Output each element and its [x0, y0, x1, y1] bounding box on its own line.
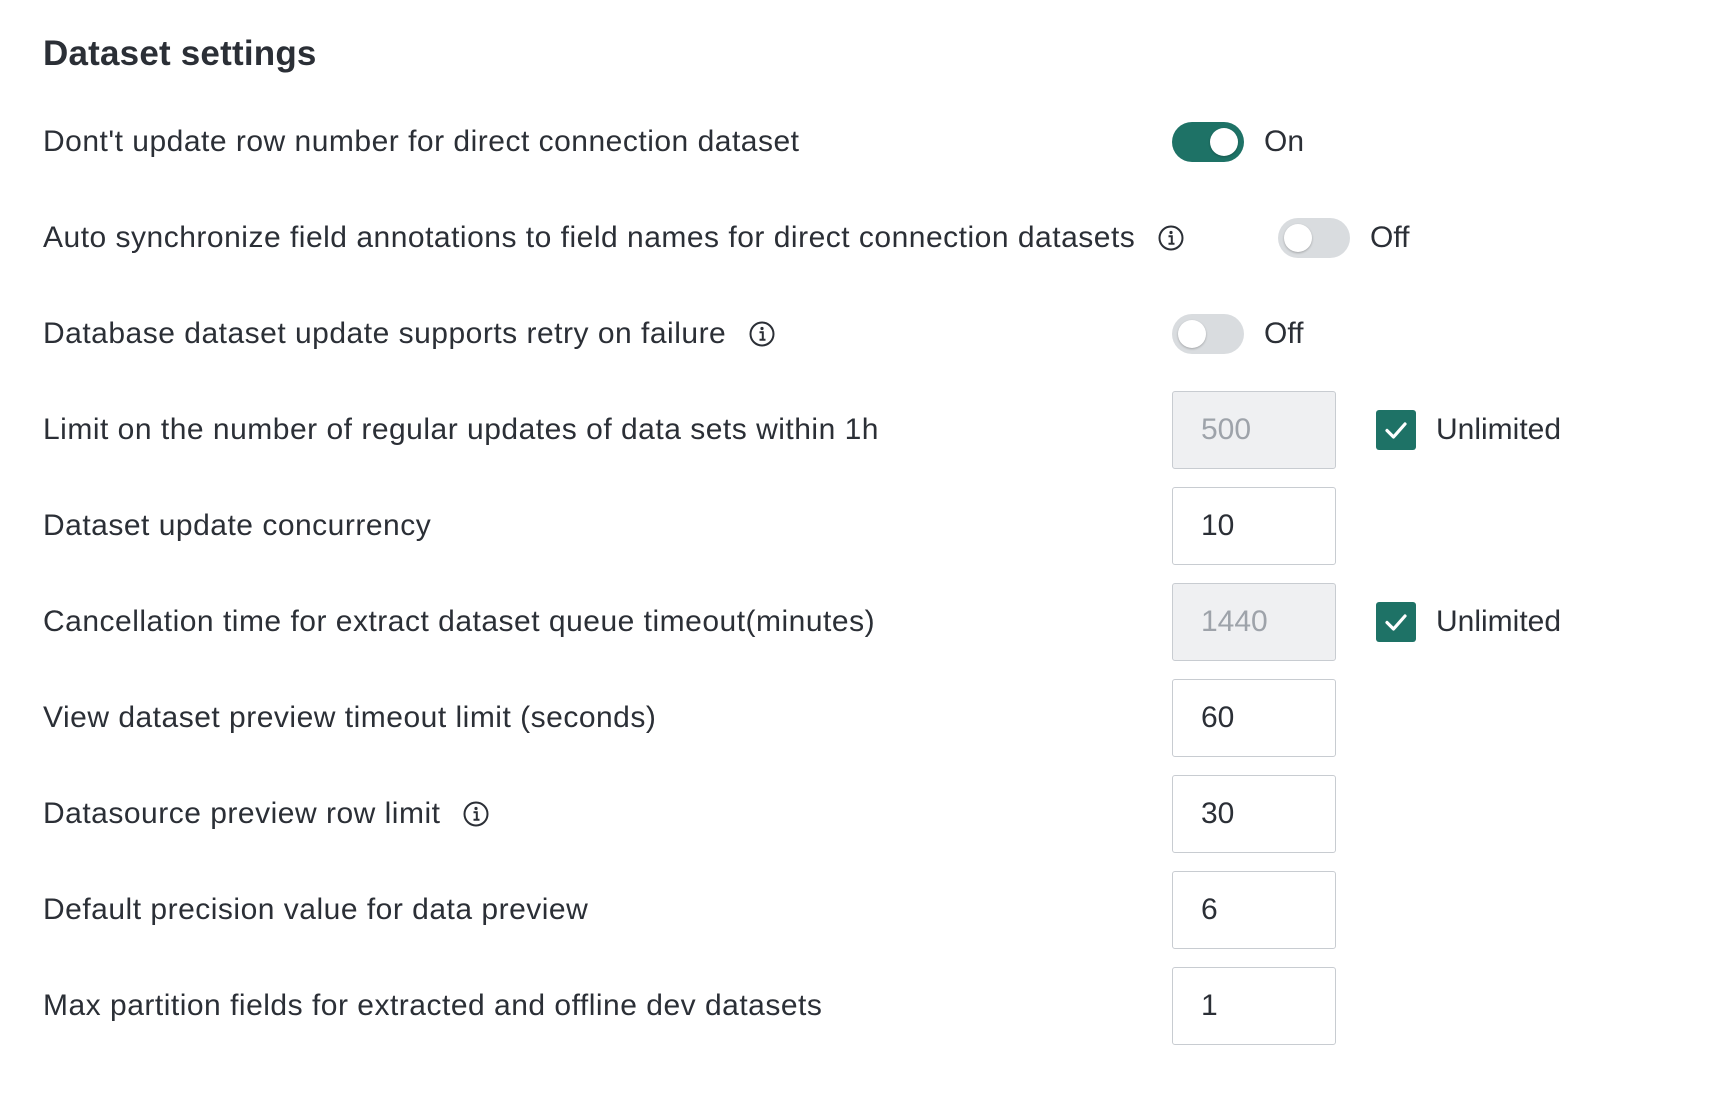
max-partition-fields-input[interactable] [1172, 967, 1336, 1045]
checkbox-label: Unlimited [1436, 413, 1562, 446]
setting-label: Cancellation time for extract dataset qu… [43, 605, 876, 638]
setting-label: Default precision value for data preview [43, 893, 589, 926]
input-control [1172, 870, 1336, 950]
setting-row-max-partition-fields: Max partition fields for extracted and o… [43, 966, 1693, 1046]
checkbox-label: Unlimited [1436, 605, 1562, 638]
regular-update-limit-input[interactable] [1172, 391, 1336, 469]
precision-input[interactable] [1172, 871, 1336, 949]
unlimited-checkbox-group[interactable]: Unlimited [1376, 602, 1561, 642]
toggle-state-text: On [1264, 125, 1305, 158]
setting-label: Dataset update concurrency [43, 509, 432, 542]
toggle-state-text: Off [1370, 221, 1410, 254]
setting-row-preview-timeout: View dataset preview timeout limit (seco… [43, 678, 1693, 758]
queue-timeout-input[interactable] [1172, 583, 1336, 661]
setting-row-preview-row-limit: Datasource preview row limit [43, 774, 1693, 854]
check-icon [1385, 422, 1407, 439]
unlimited-checkbox[interactable] [1376, 410, 1416, 450]
toggle-state-text: Off [1264, 317, 1304, 350]
input-control [1172, 678, 1336, 758]
retry-on-failure-toggle[interactable] [1172, 314, 1244, 354]
input-control [1172, 486, 1336, 566]
setting-label: Database dataset update supports retry o… [43, 317, 727, 350]
setting-row-retry-on-failure: Database dataset update supports retry o… [43, 294, 1693, 374]
preview-timeout-input[interactable] [1172, 679, 1336, 757]
toggle-control: On [1172, 102, 1304, 182]
toggle-control: Off [1172, 294, 1303, 374]
update-concurrency-input[interactable] [1172, 487, 1336, 565]
toggle-knob [1284, 224, 1312, 252]
setting-label: View dataset preview timeout limit (seco… [43, 701, 657, 734]
setting-row-no-row-update: Dont't update row number for direct conn… [43, 102, 1693, 182]
unlimited-checkbox[interactable] [1376, 602, 1416, 642]
toggle-control: Off [1278, 198, 1409, 278]
section-title: Dataset settings [43, 34, 317, 73]
setting-row-auto-sync-annotations: Auto synchronize field annotations to fi… [43, 198, 1693, 278]
info-icon[interactable] [748, 320, 776, 348]
input-control: Unlimited [1172, 582, 1561, 662]
check-icon [1385, 614, 1407, 631]
unlimited-checkbox-group[interactable]: Unlimited [1376, 410, 1561, 450]
setting-row-regular-update-limit: Limit on the number of regular updates o… [43, 390, 1693, 470]
input-control [1172, 966, 1336, 1046]
setting-row-update-concurrency: Dataset update concurrency [43, 486, 1693, 566]
setting-label: Limit on the number of regular updates o… [43, 413, 879, 446]
preview-row-limit-input[interactable] [1172, 775, 1336, 853]
setting-label: Max partition fields for extracted and o… [43, 989, 823, 1022]
setting-label: Auto synchronize field annotations to fi… [43, 221, 1136, 254]
setting-row-precision: Default precision value for data preview [43, 870, 1693, 950]
setting-label: Dont't update row number for direct conn… [43, 125, 800, 158]
no-row-update-toggle[interactable] [1172, 122, 1244, 162]
info-icon[interactable] [462, 800, 490, 828]
input-control: Unlimited [1172, 390, 1561, 470]
info-icon[interactable] [1157, 224, 1185, 252]
setting-label: Datasource preview row limit [43, 797, 441, 830]
toggle-knob [1178, 320, 1206, 348]
toggle-knob [1210, 128, 1238, 156]
input-control [1172, 774, 1336, 854]
auto-sync-annotations-toggle[interactable] [1278, 218, 1350, 258]
setting-row-queue-timeout: Cancellation time for extract dataset qu… [43, 582, 1693, 662]
